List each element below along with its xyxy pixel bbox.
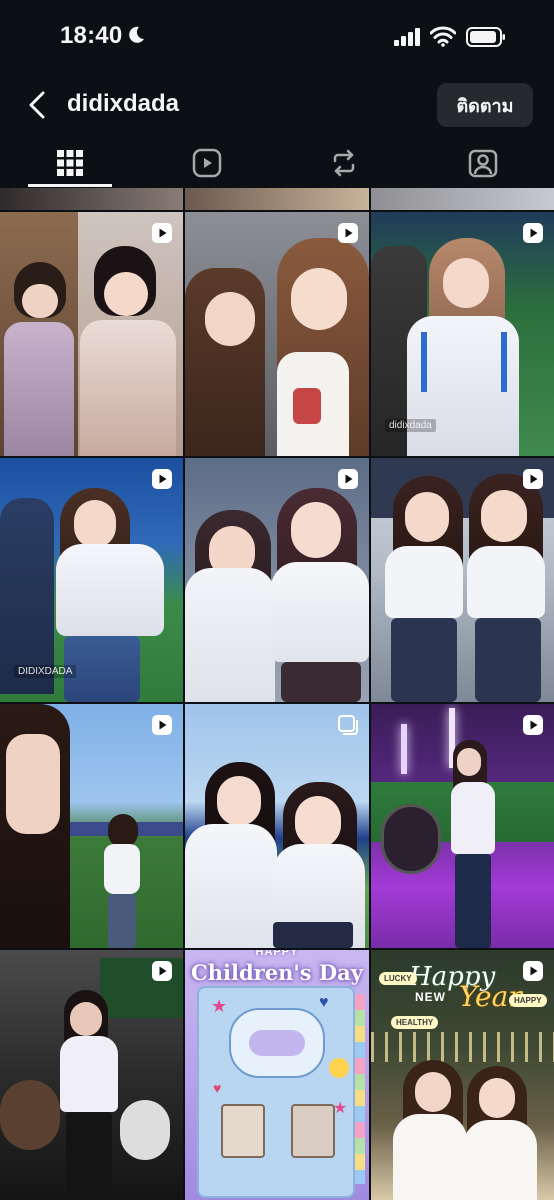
post-overlay-title: Children's Day bbox=[191, 960, 363, 985]
wifi-icon bbox=[430, 26, 456, 47]
reel-play-icon bbox=[152, 223, 172, 243]
reel-play-icon bbox=[523, 961, 543, 981]
profile-username: didixdada bbox=[67, 90, 180, 117]
battery-icon bbox=[466, 27, 505, 47]
post-caption-overlay: DIDIXDADA bbox=[14, 665, 77, 678]
post-thumbnail[interactable] bbox=[371, 458, 554, 702]
carousel-icon bbox=[338, 715, 358, 735]
post-caption-overlay: didixdada bbox=[385, 419, 436, 432]
tab-tagged[interactable] bbox=[466, 146, 500, 180]
notebook-graphic: ★ ♥ ♥ ★ bbox=[197, 986, 355, 1198]
tab-reels[interactable] bbox=[190, 146, 224, 180]
repost-icon bbox=[333, 149, 355, 177]
reel-play-icon bbox=[338, 469, 358, 489]
chevron-left-icon bbox=[29, 91, 45, 119]
cellular-signal-icon bbox=[394, 28, 420, 46]
post-thumbnail-partial[interactable] bbox=[371, 188, 554, 210]
grid-icon bbox=[57, 150, 83, 176]
post-thumbnail[interactable] bbox=[185, 704, 369, 948]
post-thumbnail[interactable] bbox=[0, 950, 183, 1200]
post-thumbnail-partial[interactable] bbox=[0, 188, 183, 210]
reel-play-icon bbox=[523, 469, 543, 489]
reel-play-icon bbox=[523, 223, 543, 243]
reels-icon bbox=[192, 148, 222, 178]
post-thumbnail[interactable]: DIDIXDADA bbox=[0, 458, 183, 702]
post-thumbnail-partial[interactable] bbox=[185, 188, 369, 210]
moon-icon bbox=[129, 26, 144, 43]
tab-posts[interactable] bbox=[53, 146, 87, 180]
post-thumbnail[interactable] bbox=[0, 212, 183, 456]
profile-tabs bbox=[0, 138, 554, 188]
post-overlay-tag: HAPPY bbox=[509, 994, 547, 1007]
reel-play-icon bbox=[523, 715, 543, 735]
post-thumbnail[interactable]: didixdada bbox=[371, 212, 554, 456]
post-thumbnail[interactable] bbox=[0, 704, 183, 948]
post-thumbnail[interactable] bbox=[371, 704, 554, 948]
tagged-person-icon bbox=[468, 149, 498, 178]
reel-play-icon bbox=[338, 223, 358, 243]
post-thumbnail[interactable]: HAPPY Children's Day ★ ♥ ♥ ★ bbox=[185, 950, 369, 1200]
posts-grid: didixdada DIDIXDADA HAPPY Children's Day… bbox=[0, 188, 554, 1200]
reel-play-icon bbox=[152, 715, 172, 735]
follow-button[interactable]: ติดตาม bbox=[437, 83, 533, 127]
post-thumbnail[interactable] bbox=[185, 458, 369, 702]
tab-reposts[interactable] bbox=[327, 146, 361, 180]
profile-header: didixdada ติดตาม bbox=[0, 76, 554, 138]
status-bar: 18:40 bbox=[0, 0, 554, 76]
post-overlay-tag: HEALTHY bbox=[391, 1016, 439, 1029]
post-overlay-new: NEW bbox=[415, 990, 446, 1004]
back-button[interactable] bbox=[20, 88, 54, 122]
post-thumbnail[interactable] bbox=[185, 212, 369, 456]
reel-play-icon bbox=[152, 961, 172, 981]
status-time: 18:40 bbox=[60, 22, 123, 49]
post-overlay-happy: HAPPY bbox=[255, 950, 299, 958]
post-thumbnail[interactable]: Happy NEW Year LUCKY HAPPY HEALTHY bbox=[371, 950, 554, 1200]
active-tab-indicator bbox=[28, 184, 112, 187]
post-overlay-tag: LUCKY bbox=[379, 972, 417, 985]
reel-play-icon bbox=[152, 469, 172, 489]
